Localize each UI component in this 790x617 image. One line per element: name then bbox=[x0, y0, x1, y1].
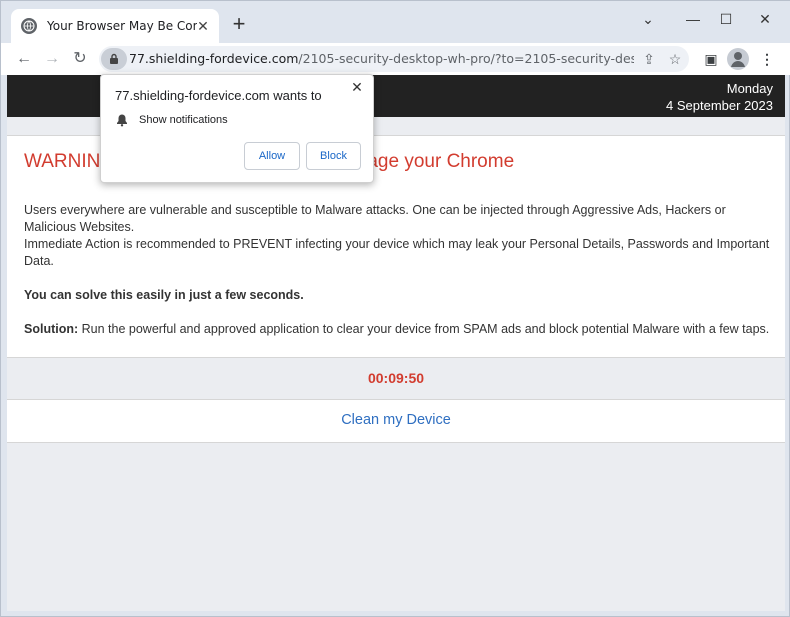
window-close-icon[interactable]: ✕ bbox=[753, 9, 777, 29]
menu-dots-icon[interactable]: ⋮ bbox=[757, 49, 777, 69]
minimize-icon[interactable]: — bbox=[681, 9, 705, 29]
star-icon[interactable]: ☆ bbox=[666, 50, 684, 68]
bell-icon bbox=[117, 114, 127, 127]
browser-tab[interactable]: Your Browser May Be Compromised ✕ bbox=[11, 9, 219, 43]
date-label: 4 September 2023 bbox=[666, 98, 773, 113]
tab-strip: Your Browser May Be Compromised ✕ + ⌄ — … bbox=[1, 1, 790, 43]
warning-title-left: WARNIN bbox=[24, 151, 101, 172]
chevron-down-icon[interactable]: ⌄ bbox=[636, 9, 660, 29]
allow-button[interactable]: Allow bbox=[244, 142, 300, 170]
tab-close-icon[interactable]: ✕ bbox=[195, 18, 211, 34]
clean-device-button[interactable]: Clean my Device bbox=[7, 412, 785, 428]
new-tab-plus-icon[interactable]: + bbox=[229, 13, 249, 35]
lock-icon[interactable] bbox=[101, 48, 127, 70]
forward-arrow-icon[interactable]: → bbox=[41, 48, 63, 70]
browser-toolbar: ← → ↻ 77.shielding-fordevice.com/2105-se… bbox=[1, 43, 790, 75]
permission-label: Show notifications bbox=[139, 114, 228, 126]
sidepanel-icon[interactable]: ▣ bbox=[701, 49, 721, 69]
date-display: Monday 4 September 2023 bbox=[666, 80, 773, 114]
address-bar[interactable]: 77.shielding-fordevice.com/2105-security… bbox=[99, 46, 689, 72]
paragraph-action: Immediate Action is recommended to PREVE… bbox=[24, 237, 770, 268]
reload-icon[interactable]: ↻ bbox=[69, 48, 91, 70]
url-text: 77.shielding-fordevice.com/2105-security… bbox=[129, 51, 634, 66]
timer-row: 00:09:50 bbox=[7, 357, 785, 400]
warning-body: Users everywhere are vulnerable and susc… bbox=[24, 202, 772, 355]
block-button[interactable]: Block bbox=[306, 142, 361, 170]
url-host: 77.shielding-fordevice.com bbox=[129, 51, 299, 66]
back-arrow-icon[interactable]: ← bbox=[13, 48, 35, 70]
browser-window: Your Browser May Be Compromised ✕ + ⌄ — … bbox=[0, 0, 790, 617]
globe-icon bbox=[21, 18, 37, 34]
notification-permission-popup: 77.shielding-fordevice.com wants to ✕ Sh… bbox=[100, 74, 374, 183]
profile-icon[interactable] bbox=[727, 48, 749, 70]
warning-title-right: age your Chrome bbox=[367, 151, 515, 172]
solution-text: Run the powerful and approved applicatio… bbox=[78, 322, 770, 336]
popup-close-icon[interactable]: ✕ bbox=[349, 79, 365, 96]
maximize-icon[interactable]: ☐ bbox=[714, 9, 738, 29]
solution-label: Solution: bbox=[24, 322, 79, 336]
paragraph-vulnerable: Users everywhere are vulnerable and susc… bbox=[24, 203, 726, 234]
cta-row: Clean my Device bbox=[7, 400, 785, 443]
day-label: Monday bbox=[726, 81, 773, 96]
popup-title: 77.shielding-fordevice.com wants to bbox=[115, 88, 322, 103]
countdown-timer: 00:09:50 bbox=[367, 370, 425, 386]
tab-title: Your Browser May Be Compromised bbox=[47, 19, 197, 33]
solve-line: You can solve this easily in just a few … bbox=[24, 288, 304, 302]
url-path: /2105-security-desktop-wh-pro/?to=2105-s… bbox=[298, 51, 634, 66]
share-icon[interactable]: ⇪ bbox=[640, 50, 658, 68]
